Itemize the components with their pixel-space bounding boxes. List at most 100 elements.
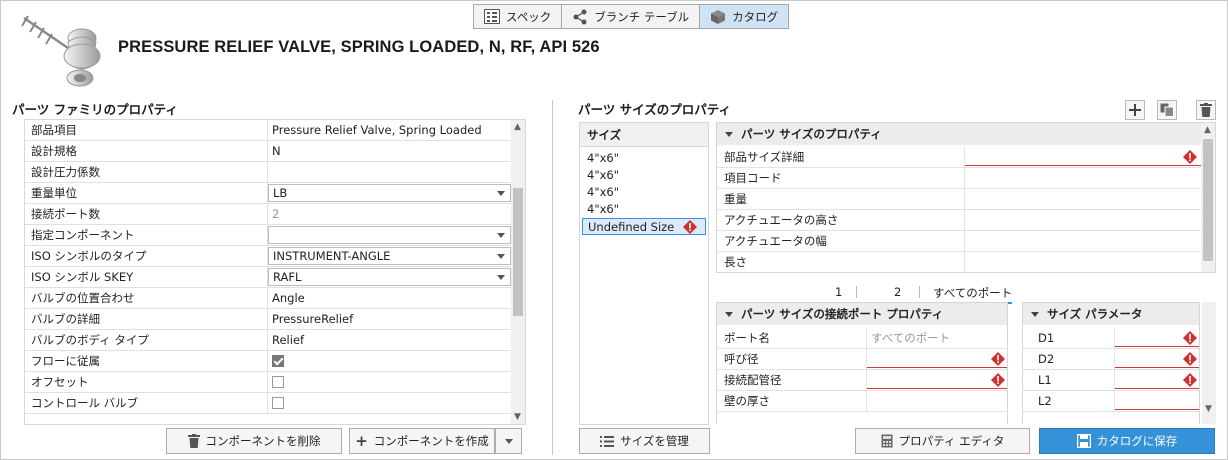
property-editor-button[interactable]: プロパティ エディタ — [855, 428, 1030, 454]
size-param-value[interactable] — [1115, 349, 1199, 369]
chevron-down-icon — [497, 233, 505, 238]
create-component-button[interactable]: + コンポーネントを作成 — [349, 428, 495, 454]
error-underline — [1115, 388, 1199, 389]
size-param-key: D2 — [1023, 349, 1115, 369]
manage-sizes-label: サイズを管理 — [620, 434, 689, 448]
port-prop-key: 呼び径 — [717, 349, 867, 369]
control-valve-cell — [268, 393, 511, 413]
port-properties-header[interactable]: パーツ サイズの接続ポート プロパティ — [717, 303, 1007, 325]
list-icon — [600, 435, 615, 447]
scrollbar-thumb[interactable] — [513, 188, 523, 316]
iso-symbol-skey-value: RAFL — [273, 270, 302, 284]
family-row-value[interactable]: Angle — [268, 288, 511, 308]
family-row-key: バルブの位置合わせ — [25, 288, 268, 308]
size-param-value[interactable] — [1115, 328, 1199, 348]
size-list-item[interactable]: 4"x6" — [580, 167, 708, 184]
family-row-key: コントロール バルブ — [25, 393, 268, 413]
port-tab-2[interactable]: 2 — [894, 285, 901, 300]
scroll-up-arrow[interactable]: ▲ — [514, 122, 521, 132]
size-list-item-selected[interactable]: Undefined Size — [582, 218, 706, 235]
size-prop-value[interactable] — [965, 147, 1201, 167]
offset-cell — [268, 372, 511, 392]
family-row-key: バルブの詳細 — [25, 309, 268, 329]
scroll-up-arrow[interactable]: ▲ — [1204, 125, 1211, 135]
scroll-down-arrow[interactable]: ▼ — [1205, 404, 1212, 414]
size-properties-table: パーツ サイズのプロパティ 部品サイズ詳細 項目コード 重量 アクチュエータの高… — [716, 122, 1216, 273]
error-icon — [991, 352, 1005, 366]
family-row: コントロール バルブ — [25, 393, 511, 414]
size-param-value[interactable] — [1115, 370, 1199, 390]
chevron-down-icon — [504, 438, 513, 444]
size-prop-key: 部品サイズ詳細 — [717, 147, 965, 167]
iso-symbol-type-dropdown[interactable]: INSTRUMENT-ANGLE — [268, 247, 511, 265]
size-param-value[interactable] — [1115, 391, 1199, 411]
size-prop-row: アクチュエータの高さ — [717, 210, 1201, 231]
family-row-key: ISO シンボルのタイプ — [25, 246, 268, 266]
tab-catalog[interactable]: カタログ — [700, 5, 789, 28]
tab-branch-table[interactable]: ブランチ テーブル — [562, 5, 701, 28]
size-prop-key: アクチュエータの幅 — [717, 231, 965, 251]
lower-scrollbar[interactable]: ▼ — [1202, 302, 1216, 424]
collapse-triangle-icon — [725, 132, 733, 137]
size-parameters-header[interactable]: サイズ パラメータ — [1023, 303, 1199, 325]
family-row-key: ISO シンボル SKEY — [25, 267, 268, 287]
size-properties-scrollbar[interactable]: ▲ — [1201, 123, 1215, 272]
tab-catalog-label: カタログ — [732, 9, 779, 24]
error-icon — [1183, 352, 1197, 366]
port-prop-row: ポート名 すべてのポート — [717, 328, 1007, 349]
size-prop-value[interactable] — [965, 168, 1201, 188]
scroll-down-arrow[interactable]: ▼ — [514, 412, 521, 422]
weight-unit-dropdown[interactable]: LB — [268, 184, 511, 202]
control-valve-checkbox[interactable] — [272, 396, 284, 409]
manage-sizes-button[interactable]: サイズを管理 — [579, 428, 710, 454]
size-properties-header[interactable]: パーツ サイズのプロパティ — [717, 123, 1215, 145]
family-row-key: 重量単位 — [25, 183, 268, 203]
size-list-item[interactable]: 4"x6" — [580, 184, 708, 201]
create-component-dropdown-button[interactable] — [495, 428, 522, 454]
family-row-value[interactable]: Relief — [268, 330, 511, 350]
family-row-value[interactable] — [268, 162, 511, 182]
delete-component-button[interactable]: コンポーネントを削除 — [166, 428, 342, 454]
port-prop-value[interactable] — [867, 370, 1007, 390]
size-prop-key: 重量 — [717, 189, 965, 209]
save-catalog-button[interactable]: カタログに保存 — [1039, 428, 1215, 454]
add-size-button[interactable] — [1125, 100, 1145, 120]
family-row-value[interactable]: Pressure Relief Valve, Spring Loaded — [268, 120, 511, 140]
size-prop-value[interactable] — [965, 210, 1201, 230]
delete-size-button[interactable] — [1196, 100, 1216, 120]
family-row-value[interactable]: PressureRelief — [268, 309, 511, 329]
family-row-value[interactable]: N — [268, 141, 511, 161]
size-properties-heading: パーツ サイズのプロパティ — [578, 102, 731, 117]
error-icon — [1183, 373, 1197, 387]
iso-symbol-skey-dropdown[interactable]: RAFL — [268, 268, 511, 286]
family-properties-heading: パーツ ファミリのプロパティ — [12, 102, 178, 117]
port-prop-value[interactable] — [867, 391, 1007, 411]
chevron-down-icon — [497, 275, 505, 280]
size-param-row: L1 — [1023, 370, 1199, 391]
family-row: ISO シンボルのタイプ INSTRUMENT-ANGLE — [25, 246, 511, 267]
scrollbar-thumb[interactable] — [1203, 139, 1213, 261]
size-list-item[interactable]: 4"x6" — [580, 150, 708, 167]
size-prop-key: 長さ — [717, 252, 965, 272]
port-tab-1[interactable]: 1 — [835, 285, 842, 300]
tab-spec[interactable]: スペック — [474, 5, 563, 28]
flow-dependent-checkbox[interactable] — [272, 354, 284, 367]
calculator-icon — [881, 434, 893, 448]
size-prop-value[interactable] — [965, 189, 1201, 209]
component-dropdown[interactable] — [268, 226, 511, 244]
port-prop-value[interactable] — [867, 349, 1007, 369]
family-properties-grid: 部品項目 Pressure Relief Valve, Spring Loade… — [24, 119, 526, 425]
offset-checkbox[interactable] — [272, 375, 284, 388]
size-prop-value[interactable] — [965, 252, 1201, 272]
family-row-key: 指定コンポーネント — [25, 225, 268, 245]
copy-size-button[interactable] — [1157, 100, 1177, 120]
plus-icon: + — [355, 432, 368, 450]
weight-unit-value: LB — [273, 186, 288, 200]
tab-branch-table-label: ブランチ テーブル — [594, 9, 690, 24]
valve-thumbnail — [21, 15, 101, 87]
port-properties-table: パーツ サイズの接続ポート プロパティ ポート名 すべてのポート 呼び径 接続配… — [716, 302, 1008, 424]
error-underline — [1115, 409, 1199, 410]
size-list-item[interactable]: 4"x6" — [580, 201, 708, 218]
size-prop-value[interactable] — [965, 231, 1201, 251]
family-scrollbar[interactable]: ▲ ▼ — [511, 120, 525, 424]
